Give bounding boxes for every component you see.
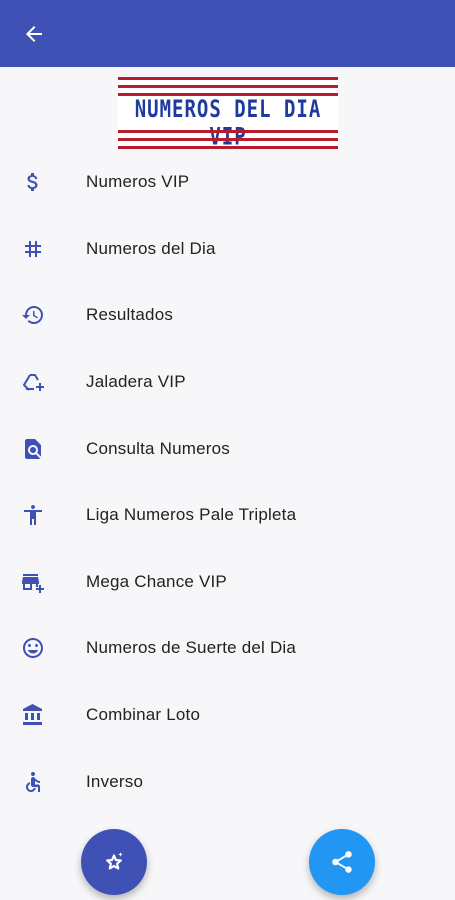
smiley-icon [21,636,45,660]
menu-list: Numeros VIP Numeros del Dia Resultados J… [0,149,455,815]
dollar-icon [21,170,45,194]
star-sparkle-icon [106,852,123,870]
menu-item-label: Numeros del Dia [86,238,216,258]
menu-item-numeros-de-suerte[interactable]: Numeros de Suerte del Dia [0,615,455,682]
menu-item-label: Combinar Loto [86,705,201,725]
menu-item-mega-chance-vip[interactable]: Mega Chance VIP [0,549,455,616]
menu-item-label: Jaladera VIP [86,372,186,392]
bank-icon [21,703,45,727]
accessibility-icon [21,503,45,527]
hashtag-icon [21,237,45,261]
menu-item-combinar-loto[interactable]: Combinar Loto [0,682,455,749]
menu-item-jaladera-vip[interactable]: Jaladera VIP [0,349,455,416]
menu-item-resultados[interactable]: Resultados [0,282,455,349]
back-button[interactable] [14,15,54,53]
menu-item-label: Numeros de Suerte del Dia [86,638,297,658]
share-fab-button[interactable] [309,829,375,895]
menu-item-label: Liga Numeros Pale Tripleta [86,505,297,525]
logo-text: NUMEROS DEL DIA VIP [134,95,322,151]
menu-item-liga-numeros[interactable]: Liga Numeros Pale Tripleta [0,482,455,549]
history-icon [21,303,45,327]
rate-fab-button[interactable] [81,829,147,895]
menu-item-consulta-numeros[interactable]: Consulta Numeros [0,415,455,482]
menu-item-label: Numeros VIP [86,172,190,192]
menu-item-inverso[interactable]: Inverso [0,748,455,815]
arrow-left-icon [26,26,42,42]
menu-item-numeros-vip[interactable]: Numeros VIP [0,149,455,216]
find-in-page-icon [21,437,45,461]
recycle-add-icon [21,370,45,394]
menu-item-label: Resultados [86,305,174,325]
accessible-icon [21,770,45,794]
add-business-icon [21,570,45,594]
menu-item-label: Consulta Numeros [86,438,230,458]
menu-item-label: Inverso [86,771,144,791]
app-logo: NUMEROS DEL DIA VIP [118,77,338,151]
app-bar [0,0,455,67]
share-icon [332,851,352,873]
menu-item-numeros-del-dia[interactable]: Numeros del Dia [0,216,455,283]
menu-item-label: Mega Chance VIP [86,571,227,591]
